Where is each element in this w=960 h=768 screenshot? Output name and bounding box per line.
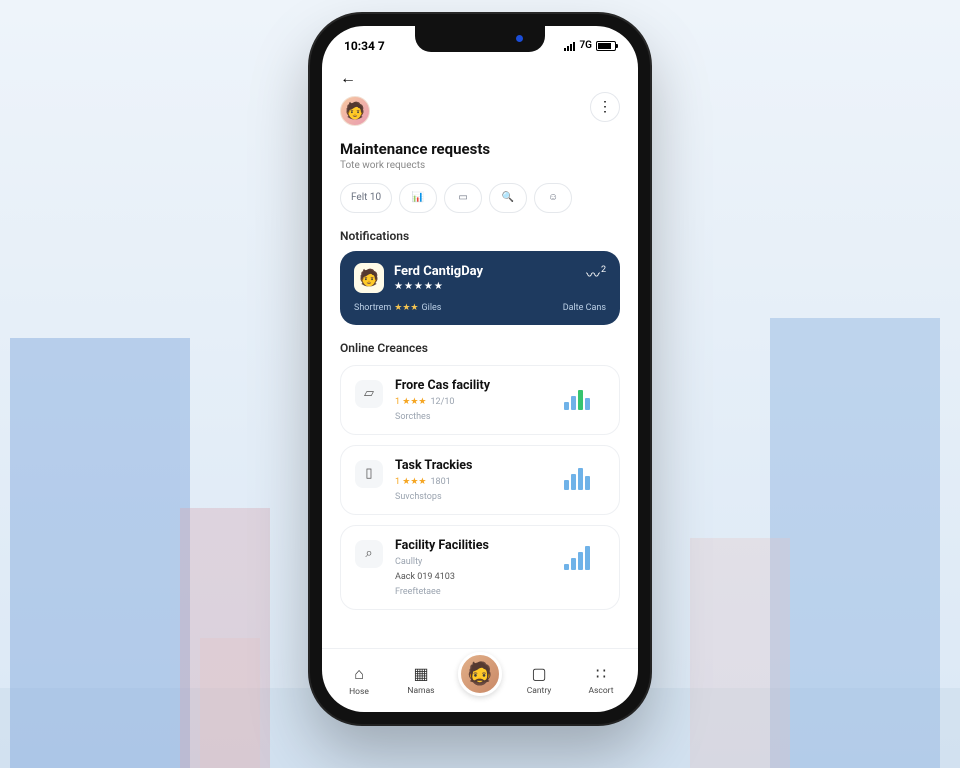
filter-search-button[interactable]: 🔍 bbox=[489, 183, 527, 213]
facility-icon: ▱ bbox=[355, 380, 383, 408]
more-menu-button[interactable]: ⋮ bbox=[590, 92, 620, 122]
hero-avatar: 🧑 bbox=[354, 263, 384, 293]
filter-chart-button[interactable]: 📊 bbox=[399, 183, 437, 213]
wave-icon: 〰 bbox=[586, 265, 600, 285]
status-time: 10:34 7 bbox=[344, 39, 385, 53]
filter-pill-text[interactable]: Felt 10 bbox=[340, 183, 392, 213]
phone-notch bbox=[415, 26, 545, 52]
network-label: 7G bbox=[579, 40, 592, 51]
signal-icon bbox=[564, 41, 575, 51]
item-sub: Suvchstops bbox=[395, 492, 537, 502]
tab-bar: ⌂ Hose ▦ Namas 🧔 ▢ Cantry ∷ Ascort bbox=[322, 648, 638, 712]
dots-icon: ∷ bbox=[596, 664, 606, 683]
phone-screen: 10:34 7 7G ← 🧑 ⋮ Maintenance requests To… bbox=[322, 26, 638, 712]
hero-stars: ★★★★★ bbox=[394, 281, 483, 292]
hero-foot-left: Shortrem★★★Giles bbox=[354, 303, 441, 313]
item-chart-thumb bbox=[549, 538, 605, 574]
link-icon: ⌕ bbox=[355, 540, 383, 568]
page-title: Maintenance requests bbox=[340, 140, 620, 158]
grid-icon: ▦ bbox=[413, 664, 428, 683]
item-title: Facility Facilities bbox=[395, 538, 537, 553]
notification-hero-card[interactable]: 〰2 🧑 Ferd CantigDay ★★★★★ Shortrem★★★Gil… bbox=[340, 251, 620, 325]
filter-settings-button[interactable]: ☺︎ bbox=[534, 183, 572, 213]
section-notifications: Notifications bbox=[340, 229, 620, 243]
settings-icon: ☺︎ bbox=[548, 192, 558, 203]
tab-names[interactable]: ▦ Namas bbox=[396, 664, 446, 696]
section-online: Online Creances bbox=[340, 341, 620, 355]
calendar-icon: ▭ bbox=[458, 192, 467, 203]
search-icon: 🔍 bbox=[502, 192, 514, 203]
tab-country[interactable]: ▢ Cantry bbox=[514, 664, 564, 696]
battery-icon bbox=[596, 41, 616, 51]
phone-frame: 10:34 7 7G ← 🧑 ⋮ Maintenance requests To… bbox=[310, 14, 650, 724]
filter-calendar-button[interactable]: ▭ bbox=[444, 183, 482, 213]
hero-title: Ferd CantigDay bbox=[394, 264, 483, 279]
hero-badge: 〰2 bbox=[586, 265, 606, 285]
document-icon: ▯ bbox=[355, 460, 383, 488]
item-chart-thumb bbox=[549, 378, 605, 414]
box-icon: ▢ bbox=[531, 664, 546, 683]
item-sub: Sorcthes bbox=[395, 412, 537, 422]
tab-home[interactable]: ⌂ Hose bbox=[334, 664, 384, 697]
list-item[interactable]: ▱ Frore Cas facility 1 ★★★12/10 Sorcthes bbox=[340, 365, 620, 435]
list-item[interactable]: ▯ Task Trackies 1 ★★★1801 Suvchstops bbox=[340, 445, 620, 515]
chart-icon: 📊 bbox=[412, 192, 424, 203]
hero-foot-right: Dalte Cans bbox=[563, 303, 606, 313]
page-subtitle: Tote work requects bbox=[340, 160, 620, 171]
tab-center-avatar[interactable]: 🧔 bbox=[458, 652, 502, 696]
back-button[interactable]: ← bbox=[340, 68, 360, 88]
item-sub: Freeftetaee bbox=[395, 587, 537, 597]
filter-row: Felt 10 📊 ▭ 🔍 ☺︎ bbox=[340, 183, 620, 213]
item-title: Task Trackies bbox=[395, 458, 537, 473]
user-avatar[interactable]: 🧑 bbox=[340, 96, 370, 126]
tab-account[interactable]: ∷ Ascort bbox=[576, 664, 626, 696]
list-item[interactable]: ⌕ Facility Facilities Caullty Aack 019 4… bbox=[340, 525, 620, 610]
item-chart-thumb bbox=[549, 458, 605, 494]
home-icon: ⌂ bbox=[354, 664, 364, 684]
item-title: Frore Cas facility bbox=[395, 378, 537, 393]
